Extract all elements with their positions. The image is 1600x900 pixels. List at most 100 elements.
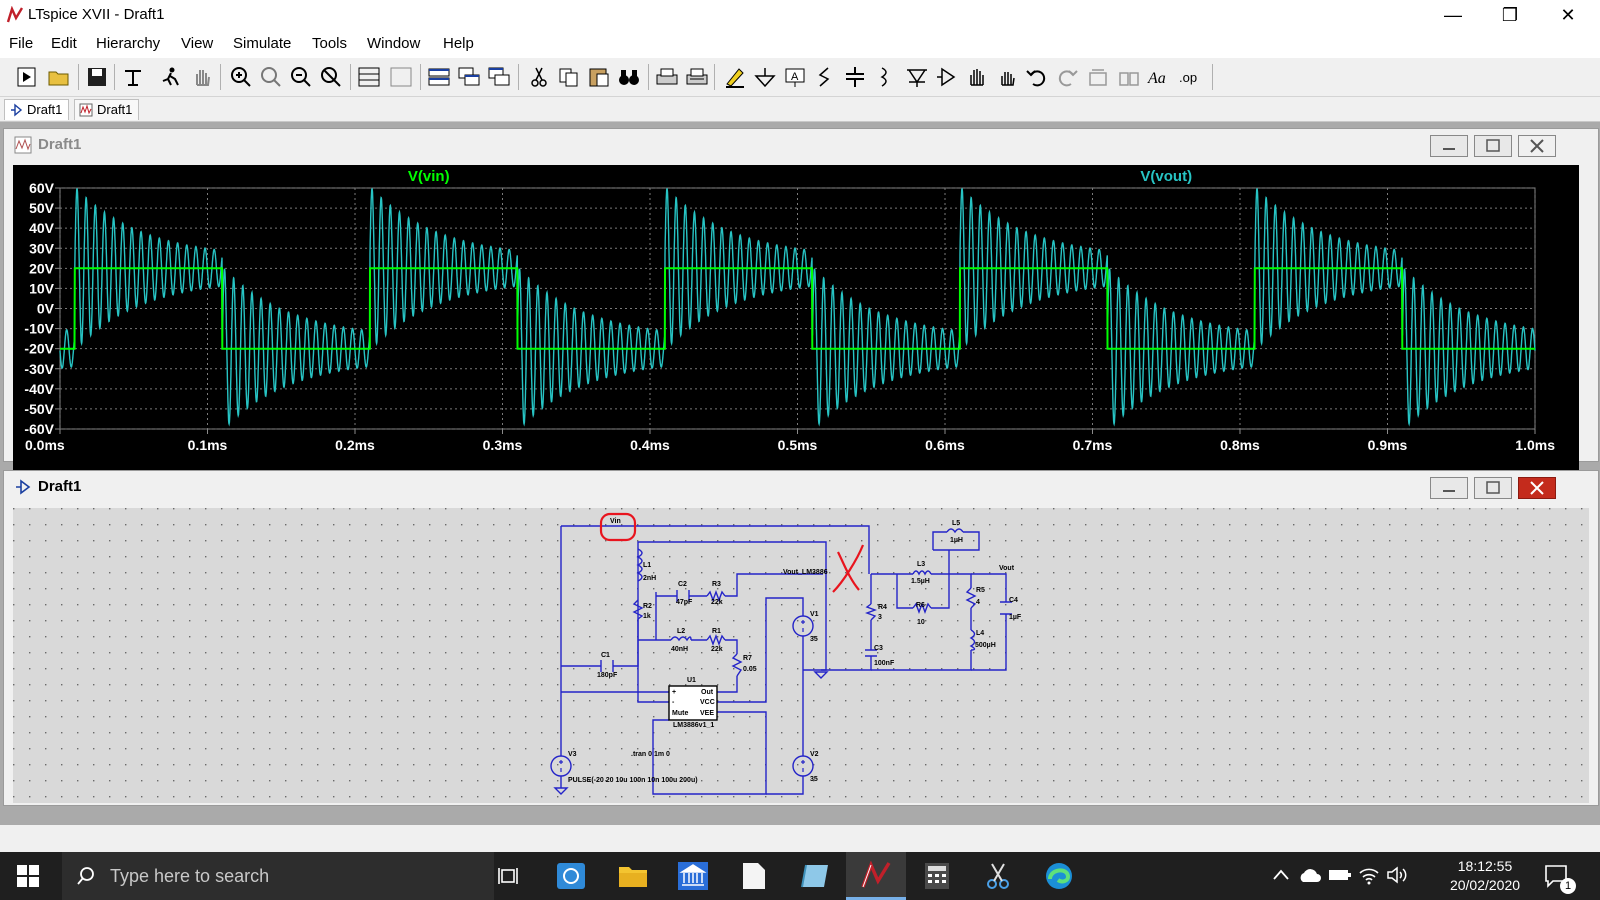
draw-wire-pencil-icon[interactable] bbox=[722, 65, 748, 89]
close-button[interactable]: ✕ bbox=[1540, 0, 1596, 30]
x-tick-label: 0.9ms bbox=[1368, 437, 1408, 453]
zoom-out-icon[interactable] bbox=[288, 65, 314, 89]
pin-plus: + bbox=[672, 689, 676, 696]
mirror-icon[interactable] bbox=[1116, 65, 1142, 89]
inductor-icon[interactable] bbox=[872, 65, 898, 89]
y-tick-label: -50V bbox=[24, 401, 54, 417]
save-icon[interactable] bbox=[84, 65, 110, 89]
menu-hierarchy[interactable]: Hierarchy bbox=[96, 35, 160, 52]
volume-icon[interactable] bbox=[1386, 865, 1408, 885]
schematic-maximize-button[interactable] bbox=[1474, 477, 1512, 499]
schematic-window: Draft1 Vin Vout_LM3886 Vout L1 2nH R2 1k… bbox=[3, 470, 1599, 806]
restore-button[interactable]: ❐ bbox=[1482, 0, 1538, 30]
battery-icon[interactable] bbox=[1328, 868, 1352, 882]
find-binoculars-icon[interactable] bbox=[616, 65, 642, 89]
schematic-close-button[interactable] bbox=[1518, 477, 1556, 499]
taskbar-ltspice-button[interactable] bbox=[846, 852, 906, 900]
ref-R7: R7 bbox=[743, 655, 752, 662]
paste-icon[interactable] bbox=[586, 65, 612, 89]
rotate-icon[interactable] bbox=[1086, 65, 1112, 89]
waveform-close-button[interactable] bbox=[1518, 135, 1556, 157]
ref-U1: U1 bbox=[687, 677, 696, 684]
edge-browser-icon[interactable] bbox=[1044, 861, 1074, 891]
print-icon[interactable] bbox=[654, 65, 680, 89]
menu-view[interactable]: View bbox=[181, 35, 213, 52]
notes-app-icon[interactable] bbox=[800, 863, 830, 889]
waveform-minimize-button[interactable] bbox=[1430, 135, 1468, 157]
capacitor-icon[interactable] bbox=[842, 65, 868, 89]
ref-R3: R3 bbox=[712, 581, 721, 588]
cut-icon[interactable] bbox=[526, 65, 552, 89]
redo-icon[interactable] bbox=[1054, 65, 1080, 89]
label-net-icon[interactable]: A bbox=[782, 65, 808, 89]
toolbar-separator bbox=[114, 64, 115, 90]
undo-icon[interactable] bbox=[1024, 65, 1050, 89]
close-windows-icon[interactable] bbox=[486, 65, 512, 89]
zoom-in-icon[interactable] bbox=[228, 65, 254, 89]
menu-tools[interactable]: Tools bbox=[312, 35, 347, 52]
copy-icon[interactable] bbox=[556, 65, 582, 89]
net-label-vin[interactable]: Vin bbox=[610, 518, 621, 525]
onedrive-cloud-icon[interactable] bbox=[1298, 867, 1322, 883]
run-icon[interactable] bbox=[158, 65, 184, 89]
chevron-up-icon[interactable] bbox=[1272, 868, 1290, 882]
menu-help[interactable]: Help bbox=[443, 35, 474, 52]
y-tick-label: 60V bbox=[29, 180, 55, 196]
document-app-icon[interactable] bbox=[742, 862, 766, 890]
legend-vout[interactable]: V(vout) bbox=[1140, 168, 1192, 185]
file-explorer-icon[interactable] bbox=[618, 864, 648, 888]
minimize-button[interactable]: — bbox=[1425, 0, 1481, 30]
net-label-vout-lm3886[interactable]: Vout_LM3886 bbox=[783, 569, 828, 576]
windows-start-icon[interactable] bbox=[17, 865, 39, 887]
tab-schematic-draft1[interactable]: Draft1 bbox=[4, 99, 70, 120]
legend-vin[interactable]: V(vin) bbox=[408, 168, 450, 185]
search-input[interactable]: Type here to search bbox=[62, 852, 494, 900]
ref-L1: L1 bbox=[643, 562, 651, 569]
new-schematic-icon[interactable] bbox=[14, 65, 40, 89]
open-folder-icon[interactable] bbox=[46, 65, 72, 89]
zoom-fit-icon[interactable] bbox=[318, 65, 344, 89]
toolbar-separator bbox=[420, 64, 421, 90]
toolbar-separator bbox=[518, 64, 519, 90]
menu-simulate[interactable]: Simulate bbox=[233, 35, 291, 52]
waveform-plot[interactable]: 60V 50V 40V 30V 20V 10V 0V -10V -20V -30V -40V -50V… bbox=[13, 165, 1579, 470]
menu-file[interactable]: File bbox=[9, 35, 33, 52]
control-panel-icon[interactable] bbox=[120, 65, 146, 89]
resistor-icon[interactable] bbox=[812, 65, 838, 89]
cascade-icon[interactable] bbox=[456, 65, 482, 89]
y-tick-label: -60V bbox=[24, 421, 54, 437]
ground-icon[interactable] bbox=[752, 65, 778, 89]
grid-icon[interactable] bbox=[388, 65, 414, 89]
ref-R6: R6 bbox=[916, 602, 925, 609]
waveform-maximize-button[interactable] bbox=[1474, 135, 1512, 157]
text-icon[interactable]: Aa bbox=[1146, 65, 1172, 89]
net-label-vout[interactable]: Vout bbox=[999, 565, 1015, 572]
pan-icon[interactable] bbox=[258, 65, 284, 89]
tab-waveform-draft1[interactable]: Draft1 bbox=[74, 99, 140, 120]
spice-directive-tran[interactable]: .tran 0 1m 0 bbox=[631, 751, 670, 758]
snipping-tool-icon[interactable] bbox=[984, 862, 1012, 890]
value-V3[interactable]: PULSE(-20 20 10u 100n 10n 100u 200u) bbox=[568, 777, 698, 784]
schematic-minimize-button[interactable] bbox=[1430, 477, 1468, 499]
value-L5: 1µH bbox=[950, 537, 963, 544]
schematic-canvas[interactable]: Vin Vout_LM3886 Vout L1 2nH R2 1k C2 47p… bbox=[13, 508, 1589, 803]
diode-icon[interactable] bbox=[904, 65, 930, 89]
calculator-icon[interactable] bbox=[924, 862, 950, 890]
toolbar-separator bbox=[714, 64, 715, 90]
sync-app-icon[interactable] bbox=[556, 862, 586, 890]
spice-directive-icon[interactable]: .op bbox=[1176, 65, 1202, 89]
move-hand-icon[interactable] bbox=[964, 65, 990, 89]
halt-hand-icon[interactable] bbox=[189, 65, 215, 89]
menu-edit[interactable]: Edit bbox=[51, 35, 77, 52]
task-view-icon[interactable] bbox=[498, 866, 520, 886]
tile-horizontal-icon[interactable] bbox=[426, 65, 452, 89]
component-icon[interactable] bbox=[934, 65, 960, 89]
wifi-icon[interactable] bbox=[1358, 865, 1380, 885]
drag-hand-icon[interactable] bbox=[994, 65, 1020, 89]
autorange-icon[interactable] bbox=[356, 65, 382, 89]
bank-app-icon[interactable] bbox=[678, 862, 708, 890]
system-clock[interactable]: 18:12:55 20/02/2020 bbox=[1440, 857, 1530, 895]
menu-window[interactable]: Window bbox=[367, 35, 420, 52]
value-R6: 10 bbox=[917, 619, 925, 626]
print-setup-icon[interactable] bbox=[684, 65, 710, 89]
